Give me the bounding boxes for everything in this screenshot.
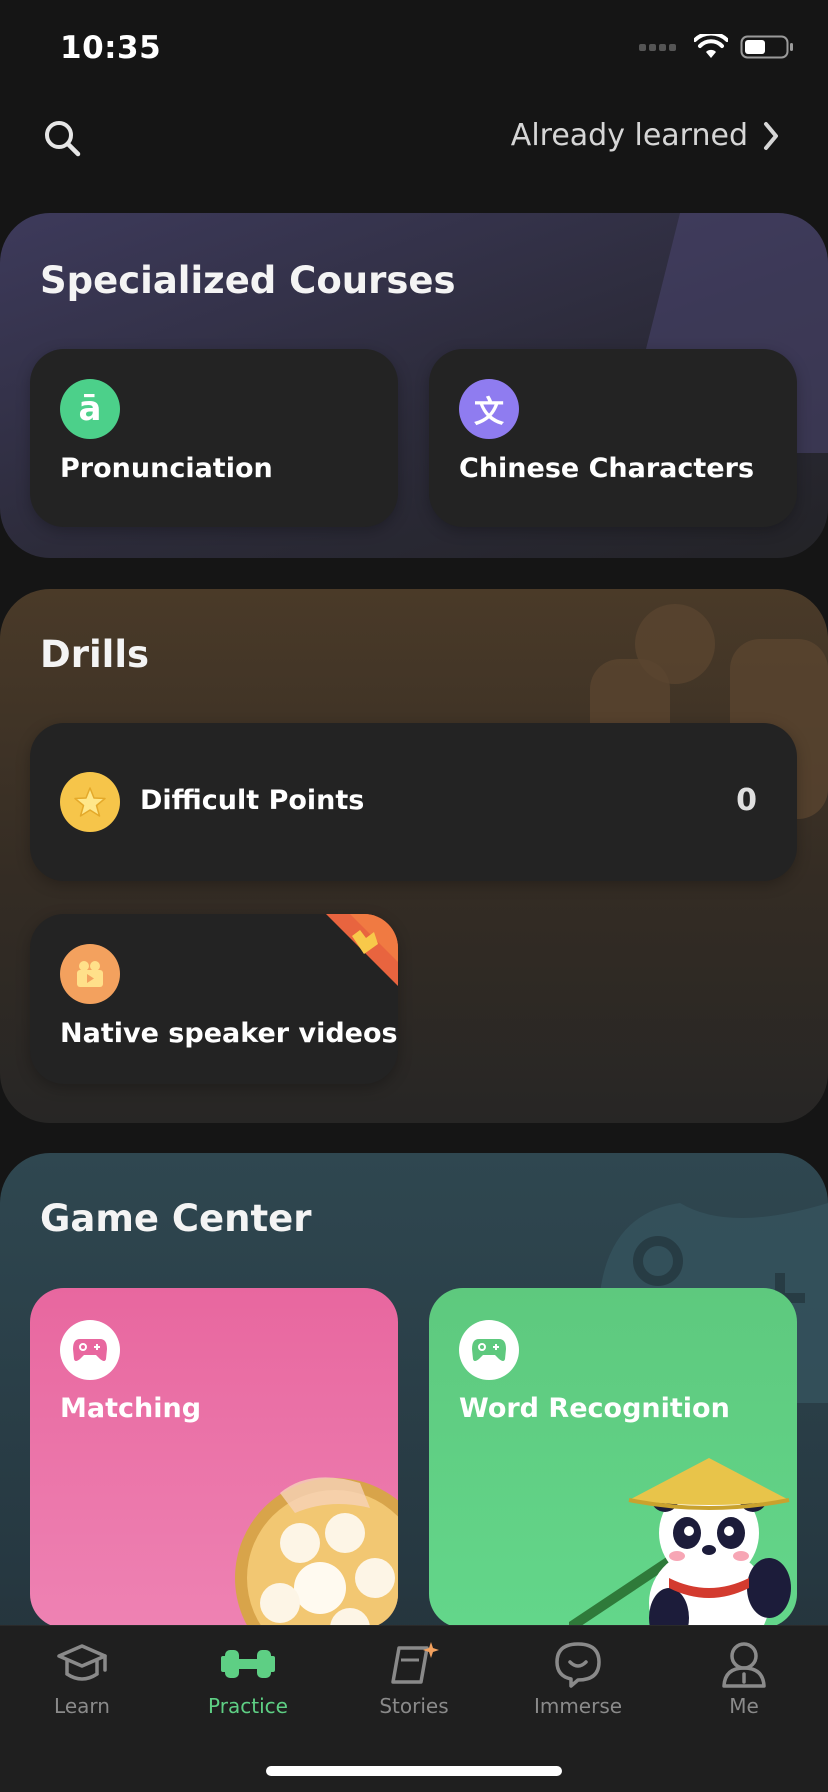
chevron-right-icon (764, 121, 778, 150)
tab-me[interactable]: Me (674, 1640, 814, 1718)
pronunciation-icon: ā (60, 379, 120, 439)
already-learned-link[interactable]: Already learned (511, 118, 780, 153)
tab-label: Learn (54, 1694, 110, 1718)
cellular-signal-icon (639, 43, 676, 51)
tab-label: Immerse (533, 1694, 623, 1718)
graduation-cap-icon (57, 1644, 107, 1681)
tab-learn[interactable]: Learn (12, 1640, 152, 1718)
wifi-icon (694, 34, 728, 58)
chinese-characters-card[interactable]: 文 Chinese Characters (429, 349, 797, 527)
card-label: Chinese Characters (459, 453, 755, 484)
word-recognition-game-card[interactable]: Word Recognition (429, 1288, 797, 1628)
video-icon (60, 944, 120, 1004)
book-icon (391, 1642, 439, 1684)
section-title: Game Center (40, 1197, 312, 1240)
card-label: Difficult Points (140, 785, 365, 816)
difficult-points-card[interactable]: Difficult Points 0 (30, 723, 797, 881)
tab-label: Stories (379, 1694, 449, 1718)
card-label: Matching (60, 1393, 202, 1424)
card-label: Pronunciation (60, 453, 273, 484)
pronunciation-card[interactable]: ā Pronunciation (30, 349, 398, 527)
gamepad-icon (60, 1320, 120, 1380)
search-icon[interactable] (42, 118, 84, 160)
practice-screen: 10:35 Already learned Specialized Course (0, 0, 828, 1792)
already-learned-label: Already learned (510, 118, 748, 153)
tab-label: Practice (208, 1694, 288, 1718)
tab-immerse[interactable]: Immerse (508, 1640, 648, 1718)
person-icon (722, 1642, 766, 1688)
section-title: Drills (40, 633, 150, 676)
status-icons (639, 34, 794, 60)
specialized-courses-section: Specialized Courses ā Pronunciation 文 Ch… (0, 213, 828, 558)
tab-practice[interactable]: Practice (178, 1640, 318, 1718)
card-label: Word Recognition (459, 1393, 730, 1424)
chat-bubble-icon (555, 1642, 601, 1688)
battery-icon (740, 35, 793, 59)
dumbbell-icon (221, 1650, 275, 1678)
drills-section: Drills Difficult Points 0 Native speaker… (0, 589, 828, 1123)
native-speaker-videos-card[interactable]: Native speaker videos (30, 914, 398, 1084)
dumpling-basket-illustration (235, 1477, 398, 1628)
panda-illustration (569, 1458, 791, 1628)
card-label: Native speaker videos (60, 1018, 398, 1049)
chinese-character-icon: 文 (459, 379, 519, 439)
home-indicator[interactable] (266, 1766, 562, 1776)
tab-stories[interactable]: Stories (344, 1640, 484, 1718)
star-icon (60, 772, 120, 832)
status-time: 10:35 (60, 30, 162, 66)
difficult-points-count: 0 (736, 783, 757, 818)
tab-label: Me (729, 1694, 759, 1718)
gamepad-icon (459, 1320, 519, 1380)
matching-game-card[interactable]: Matching (30, 1288, 398, 1628)
crown-badge-icon (326, 914, 398, 986)
section-title: Specialized Courses (40, 259, 456, 302)
